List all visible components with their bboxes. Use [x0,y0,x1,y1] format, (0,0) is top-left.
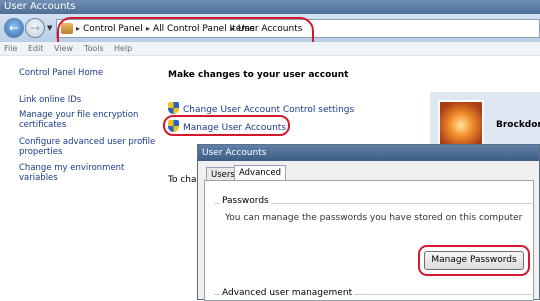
link-environment-variables[interactable]: Change my environment variables [19,163,159,183]
link-file-encryption[interactable]: Manage your file encryption certificates [19,110,159,130]
passwords-description: You can manage the passwords you have st… [225,213,523,223]
window-title: User Accounts [4,1,76,12]
forward-button[interactable]: → [25,18,45,38]
user-card: Brockdorf, [430,92,540,148]
page-heading: Make changes to your user account [168,70,349,80]
history-dropdown-icon[interactable]: ▼ [47,24,52,32]
menu-bar: File Edit View Tools Help [0,42,540,56]
annotation-circle [163,115,290,136]
tab-advanced[interactable]: Advanced [234,165,286,180]
avatar[interactable] [438,100,484,146]
back-arrow-icon: ← [8,21,20,35]
link-advanced-profile[interactable]: Configure advanced user profile properti… [19,137,159,157]
window-titlebar: User Accounts [0,0,540,14]
annotation-circle [418,245,530,276]
menu-edit[interactable]: Edit [28,44,44,53]
link-control-panel-home[interactable]: Control Panel Home [19,68,159,78]
menu-file[interactable]: File [4,44,17,53]
passwords-group-title: Passwords [220,196,271,206]
forward-arrow-icon: → [29,21,41,35]
task-uac-settings[interactable]: Change User Account Control settings [168,102,354,115]
uac-shield-icon [168,102,179,114]
address-toolbar: ← → ▼ ▸ Control Panel ▸ All Control Pane… [0,14,540,56]
user-name: Brockdorf, [496,120,540,130]
task-uac-settings-label: Change User Account Control settings [183,105,355,115]
menu-tools[interactable]: Tools [84,44,104,53]
dialog-title: User Accounts [198,145,539,161]
link-online-ids[interactable]: Link online IDs [19,95,159,105]
back-button[interactable]: ← [4,18,24,38]
menu-view[interactable]: View [54,44,73,53]
menu-help[interactable]: Help [114,44,132,53]
advanced-group-title: Advanced user management [220,288,355,298]
